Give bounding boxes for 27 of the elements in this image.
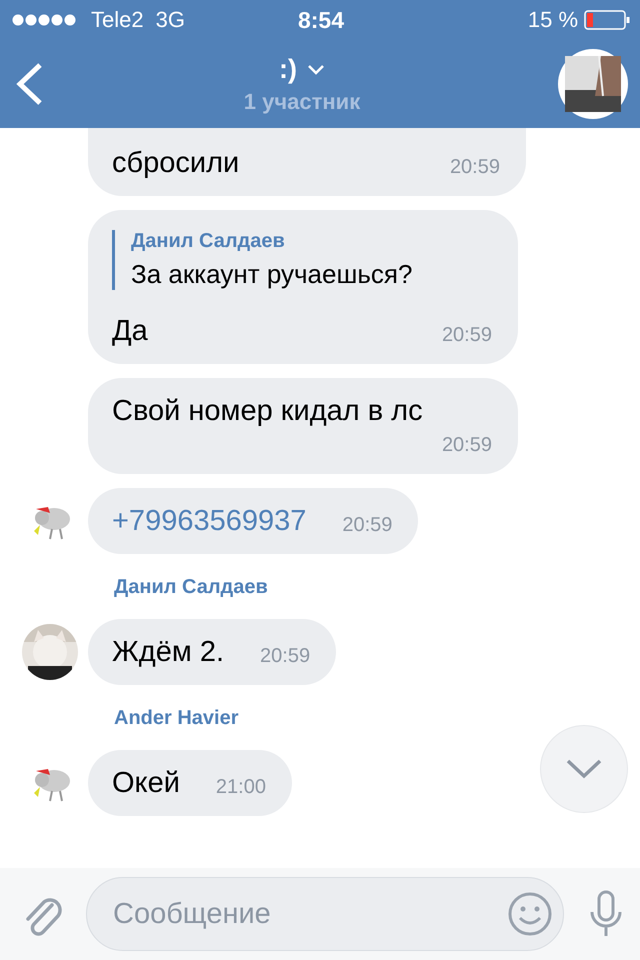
message-text: сбросили: [112, 146, 240, 181]
network-type: 3G: [156, 7, 185, 33]
message-text: Да: [112, 314, 148, 349]
carrier-name: Tele2: [91, 7, 144, 33]
message-text: Ждём 2.: [112, 635, 224, 670]
participants-count: 1 участник: [244, 88, 360, 114]
sender-name[interactable]: Данил Салдаев: [114, 576, 640, 599]
message-text: Свой номер кидал в лс: [112, 394, 423, 429]
message-time: 20:59: [442, 433, 492, 458]
sender-name[interactable]: Ander Havier: [114, 707, 640, 730]
quote-author: Данил Салдаев: [131, 230, 286, 253]
phone-link[interactable]: +79963569937: [112, 502, 306, 540]
emoji-icon[interactable]: [507, 891, 553, 937]
chat-title[interactable]: :): [279, 54, 297, 84]
battery-percent: 15 %: [528, 7, 578, 33]
status-time: 8:54: [298, 6, 344, 34]
message-time: 21:00: [216, 775, 266, 800]
chevron-down-icon[interactable]: [565, 758, 603, 780]
message-time: 20:59: [260, 644, 310, 669]
message-time: 20:59: [442, 323, 492, 348]
message-time: 20:59: [342, 513, 392, 538]
message-time: 20:59: [450, 155, 500, 180]
microphone-icon[interactable]: [588, 890, 624, 938]
message-text: Окей: [112, 766, 180, 801]
battery-icon: [584, 10, 630, 30]
quote-text: За аккаунт ручаешься?: [131, 259, 414, 290]
message-field[interactable]: Сообщение: [86, 877, 564, 951]
